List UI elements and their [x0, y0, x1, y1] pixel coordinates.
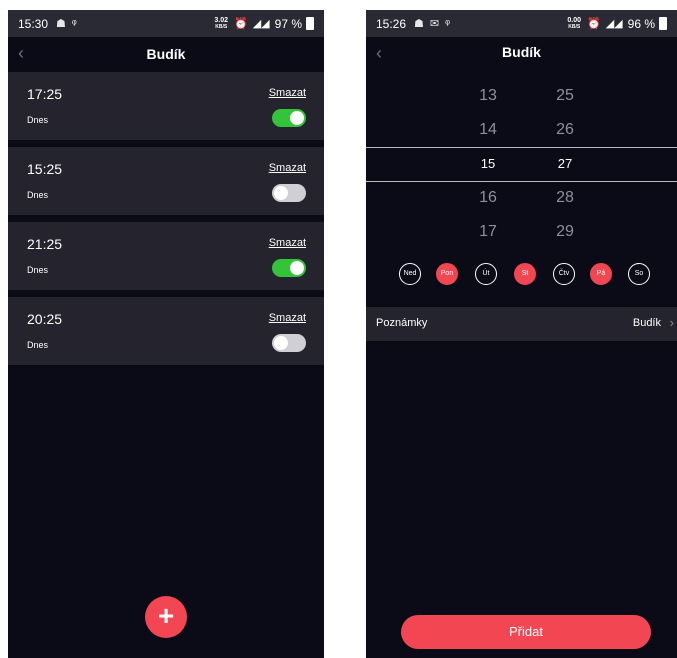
delete-link[interactable]: Smazat — [269, 162, 306, 174]
delete-link[interactable]: Smazat — [269, 237, 306, 249]
hour-option[interactable]: 13 — [458, 86, 518, 106]
chevron-right-icon: › — [669, 315, 674, 330]
alarm-list-screen: 15:30 ☗ ᵠ 3.02 KB/S ⏰ ◢◢ 97 % ‹ Budík 17… — [8, 10, 324, 658]
notes-row[interactable]: Poznámky Budík › — [366, 307, 677, 341]
minute-option[interactable]: 26 — [535, 120, 595, 140]
status-time: 15:30 — [18, 16, 49, 31]
alarm-time: 21:25 — [27, 236, 63, 252]
alarm-day: Dnes — [27, 115, 49, 125]
toggle-knob — [290, 111, 304, 125]
alarm-time: 17:25 — [27, 86, 63, 102]
weekday-friday[interactable]: Pá — [590, 263, 612, 285]
message-icon: ✉ — [429, 18, 440, 30]
usb-icon: ᵠ — [445, 17, 450, 30]
status-bar: 15:26 ☗ ✉ ᵠ 0.00 KB/S ⏰ ◢◢ 96 % — [366, 10, 677, 37]
alarm-toggle[interactable] — [272, 334, 306, 352]
weekday-thursday[interactable]: Čtv — [553, 263, 575, 285]
notification-icon: ☗ — [56, 18, 66, 30]
weekday-tuesday[interactable]: Út — [475, 263, 497, 285]
battery-icon — [306, 17, 314, 30]
back-chevron-icon[interactable]: ‹ — [18, 43, 24, 64]
minute-option[interactable]: 28 — [535, 188, 595, 208]
net-speed: 3.02 KB/S — [214, 17, 228, 31]
weekday-saturday[interactable]: So — [628, 263, 650, 285]
hour-option[interactable]: 17 — [458, 222, 518, 242]
toggle-knob — [290, 261, 304, 275]
net-speed-unit: KB/S — [215, 23, 228, 30]
battery-percent: 97 % — [274, 16, 302, 31]
battery-icon — [659, 17, 667, 30]
weekday-monday[interactable]: Pon — [436, 263, 458, 285]
net-speed-unit: KB/S — [568, 23, 581, 30]
alarm-clock-icon: ⏰ — [587, 18, 601, 30]
minute-option[interactable]: 25 — [535, 86, 595, 106]
toggle-knob — [274, 186, 288, 200]
page-title: Budík — [146, 45, 186, 62]
usb-icon: ᵠ — [71, 17, 77, 30]
alarm-day: Dnes — [27, 265, 49, 275]
delete-link[interactable]: Smazat — [269, 87, 306, 99]
add-button[interactable]: Přidat — [401, 615, 651, 649]
notification-icon: ☗ — [414, 18, 424, 30]
status-time: 15:26 — [376, 16, 407, 31]
add-alarm-button[interactable]: + — [145, 596, 187, 638]
notes-label: Poznámky — [376, 317, 428, 329]
alarm-day: Dnes — [27, 190, 49, 200]
signal-icon: ◢◢ — [252, 18, 270, 30]
net-speed-value: 0.00 — [567, 16, 582, 24]
hour-option[interactable]: 14 — [458, 120, 518, 140]
net-speed: 0.00 KB/S — [567, 17, 581, 31]
alarm-item[interactable]: 20:25 Dnes Smazat — [8, 297, 324, 365]
status-bar: 15:30 ☗ ᵠ 3.02 KB/S ⏰ ◢◢ 97 % — [8, 10, 324, 37]
app-header: ‹ Budík — [8, 37, 324, 70]
hour-option[interactable]: 16 — [458, 188, 518, 208]
alarm-day: Dnes — [27, 340, 49, 350]
alarm-item[interactable]: 15:25 Dnes Smazat — [8, 147, 324, 215]
alarm-edit-screen: 15:26 ☗ ✉ ᵠ 0.00 KB/S ⏰ ◢◢ 96 % ‹ Budík … — [366, 10, 677, 658]
toggle-knob — [274, 336, 288, 350]
hour-option-selected[interactable]: 15 — [458, 154, 518, 174]
signal-icon: ◢◢ — [605, 18, 623, 30]
alarm-item[interactable]: 17:25 Dnes Smazat — [8, 72, 324, 140]
picker-selection-bottom-line — [366, 181, 677, 182]
back-chevron-icon[interactable]: ‹ — [376, 43, 382, 64]
alarm-time: 20:25 — [27, 311, 63, 327]
alarm-clock-icon: ⏰ — [234, 18, 248, 30]
picker-selection-top-line — [366, 147, 677, 148]
alarm-time: 15:25 — [27, 161, 63, 177]
alarm-toggle[interactable] — [272, 259, 306, 277]
battery-percent: 96 % — [627, 16, 655, 31]
app-header: ‹ Budík — [366, 37, 677, 67]
alarm-toggle[interactable] — [272, 109, 306, 127]
page-title: Budík — [502, 44, 541, 60]
minute-option-selected[interactable]: 27 — [535, 154, 595, 174]
notes-value: Budík — [632, 317, 661, 329]
alarm-item[interactable]: 21:25 Dnes Smazat — [8, 222, 324, 290]
net-speed-value: 3.02 — [214, 16, 229, 24]
alarm-toggle[interactable] — [272, 184, 306, 202]
delete-link[interactable]: Smazat — [269, 312, 306, 324]
weekday-wednesday[interactable]: St — [514, 263, 536, 285]
minute-option[interactable]: 29 — [535, 222, 595, 242]
plus-icon: + — [157, 600, 175, 631]
weekday-sunday[interactable]: Ned — [399, 263, 421, 285]
